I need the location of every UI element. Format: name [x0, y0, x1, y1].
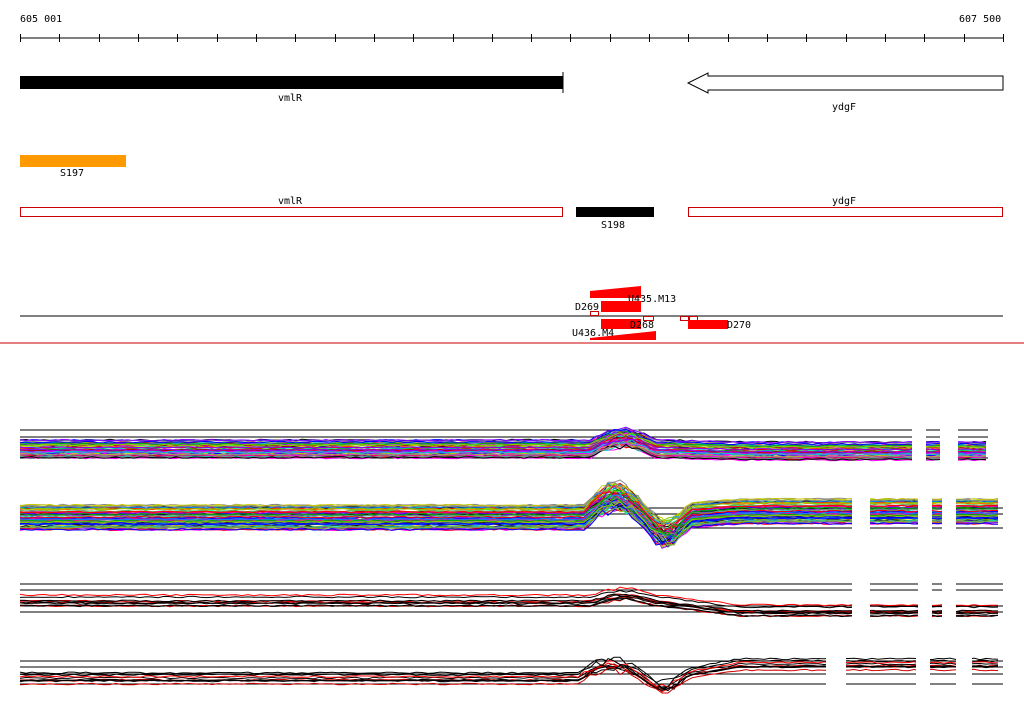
feature-D268-label: D268 [630, 320, 654, 331]
gap-column [852, 578, 870, 618]
expression-panel-2 [19, 479, 1003, 549]
ruler-start-label: 605 001 [20, 14, 62, 25]
gene-track: vmlR ydgF [20, 72, 1004, 113]
gap-column [942, 578, 956, 618]
feature-small-box-3 [680, 316, 689, 321]
gap-column [912, 425, 926, 465]
gap-column [826, 645, 846, 690]
segment-track: S197 [20, 155, 126, 179]
segment-S197-label: S197 [60, 168, 84, 179]
gene-ydgF-label: ydgF [832, 102, 856, 113]
segment-S197-bar[interactable] [20, 155, 126, 167]
gene-vmlR-bar[interactable] [20, 76, 563, 89]
expression-panel-1 [19, 425, 988, 465]
segment-S198-label: S198 [601, 220, 625, 231]
ruler-end-label: 607 500 [959, 14, 1001, 25]
gap-column [956, 645, 972, 690]
feature-D269-bar[interactable] [601, 301, 641, 312]
gene-vmlR-label: vmlR [278, 93, 303, 104]
feature-track: U435.M13 D269 D268 U436.M4 D270 [20, 286, 1003, 340]
gap-column [852, 480, 870, 538]
expression-panel-4 [19, 645, 1003, 694]
outline-vmlR-bar[interactable] [20, 207, 563, 217]
feature-small-box-4 [689, 316, 698, 321]
gap-column [918, 480, 932, 538]
feature-small-box-1 [590, 311, 599, 316]
gap-column [940, 425, 958, 465]
expression-panel-3 [19, 578, 1003, 618]
feature-D270-bar[interactable] [688, 320, 728, 329]
outline-gene-track: vmlR ydgF S198 [20, 196, 1003, 231]
outline-ydgF-label: ydgF [832, 196, 856, 207]
segment-S198-bar[interactable] [576, 207, 654, 217]
coordinate-ruler: 605 001 607 500 [20, 14, 1004, 42]
gap-column [942, 480, 956, 538]
gap-column [918, 578, 932, 618]
outline-ydgF-bar[interactable] [688, 207, 1003, 217]
gene-ydgF-arrow[interactable] [686, 72, 1004, 94]
outline-vmlR-label: vmlR [278, 196, 303, 207]
feature-U436-M4-label: U436.M4 [572, 328, 614, 339]
gap-column [916, 645, 930, 690]
genome-browser-canvas: 605 001 607 500 vmlR ydgF S197 vmlR ydgF… [0, 14, 1024, 694]
feature-D270-label: D270 [727, 320, 751, 331]
